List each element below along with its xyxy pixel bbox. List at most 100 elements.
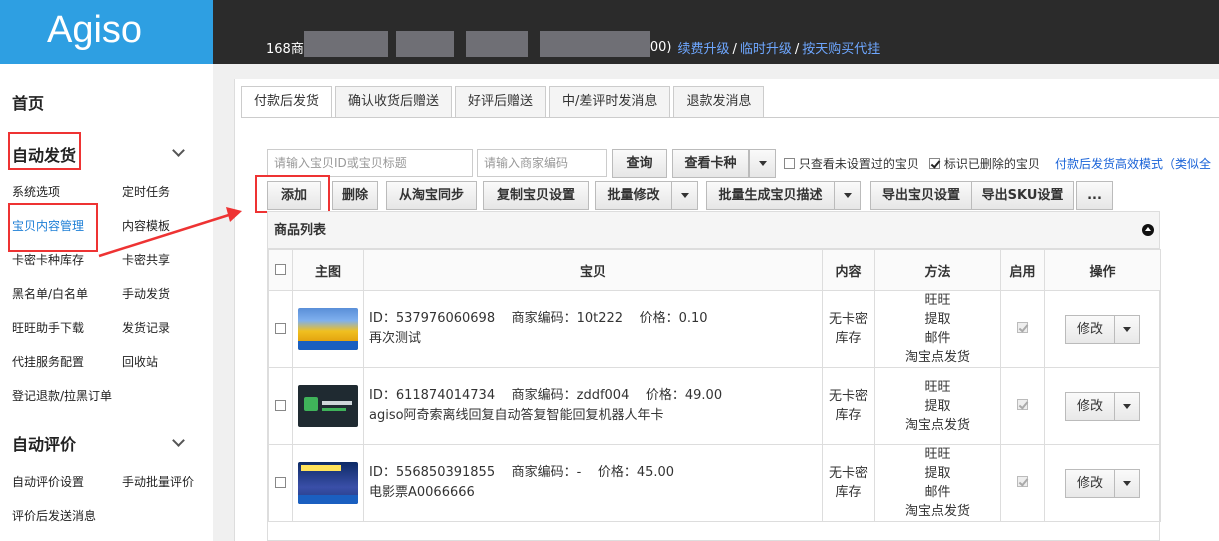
enabled-checkbox[interactable] [1017, 321, 1028, 333]
edit-button-group: 修改 [1065, 391, 1140, 421]
sidebar-item-card-share[interactable]: 卡密共享 [122, 251, 170, 268]
sync-taobao-button[interactable]: 从淘宝同步 [386, 181, 477, 210]
temp-upgrade-link[interactable]: 临时升级 [740, 42, 792, 57]
renew-link[interactable]: 续费升级 [677, 42, 729, 57]
content-cell: 无卡密 库存 [822, 290, 875, 368]
tab-after-payment[interactable]: 付款后发货 [241, 86, 333, 117]
column-header: 内容 [822, 249, 875, 291]
sidebar-item-home[interactable]: 首页 [12, 90, 44, 114]
tab-bad-review-message[interactable]: 中/差评时发消息 [549, 86, 671, 117]
thumb-title [301, 465, 341, 471]
sidebar-item-helper-download[interactable]: 旺旺助手下载 [12, 319, 84, 336]
export-sku-button[interactable]: 导出SKU设置 [971, 181, 1074, 210]
cinema-image[interactable] [298, 462, 358, 504]
edit-dropdown[interactable] [1115, 393, 1139, 420]
sidebar-section-auto-review[interactable]: 自动评价 [12, 431, 76, 455]
sidebar-item-manual-delivery[interactable]: 手动发货 [122, 285, 170, 302]
highlight-box [255, 175, 330, 213]
link-separator: / [732, 41, 737, 57]
item-search-input[interactable] [267, 149, 473, 177]
sidebar-item-proxy-config[interactable]: 代挂服务配置 [12, 353, 84, 370]
content-cell: 无卡密 库存 [822, 367, 875, 445]
column-header: 主图 [292, 249, 364, 291]
content-text: 无卡密 [828, 312, 868, 327]
select-all-checkbox[interactable] [275, 263, 286, 275]
mark-deleted-checkbox[interactable] [929, 158, 940, 169]
view-card-button[interactable]: 查看卡种 [672, 149, 749, 178]
sidebar-item-refund-block[interactable]: 登记退款/拉黑订单 [12, 387, 112, 404]
edit-button[interactable]: 修改 [1066, 469, 1115, 497]
column-header: 启用 [1000, 249, 1045, 291]
item-id-line: ID：611874014734 商家编码：zddf004 价格：49.00 [369, 388, 723, 403]
action-cell: 修改 [1044, 444, 1161, 522]
enabled-cell [1000, 290, 1045, 368]
filter-mark-deleted[interactable]: 标识已删除的宝贝 [929, 155, 1040, 172]
chevron-down-icon[interactable] [172, 144, 185, 157]
view-card-dropdown[interactable] [749, 149, 776, 178]
sidebar-item-post-review-message[interactable]: 评价后发送消息 [12, 507, 96, 524]
thumb-banner [298, 495, 358, 504]
method-text: 淘宝点发货 [904, 350, 970, 365]
daily-purchase-link[interactable]: 按天购买代挂 [802, 42, 880, 57]
method-text: 淘宝点发货 [904, 417, 970, 433]
row-checkbox[interactable] [275, 399, 286, 411]
sidebar-item-card-stock[interactable]: 卡密卡种库存 [12, 251, 84, 268]
item-id-line: ID：556850391855 商家编码：- 价格：45.00 [369, 465, 675, 480]
tab-bar: 付款后发货 确认收货后赠送 好评后赠送 中/差评时发消息 退款发消息 [241, 86, 767, 117]
copy-settings-button[interactable]: 复制宝贝设置 [483, 181, 589, 210]
tab-after-good-review[interactable]: 好评后赠送 [455, 86, 547, 117]
row-checkbox[interactable] [275, 322, 286, 334]
table-row: ID：537976060698 商家编码：10t222 价格：0.10 再次测试… [268, 290, 1161, 368]
efficient-mode-link[interactable]: 付款后发货高效模式（类似全 [1055, 155, 1211, 172]
sidebar-item-recycle-bin[interactable]: 回收站 [122, 353, 158, 370]
batch-edit-button[interactable]: 批量修改 [595, 181, 672, 210]
edit-button[interactable]: 修改 [1066, 315, 1115, 343]
sidebar-item-manual-batch-review[interactable]: 手动批量评价 [122, 473, 194, 490]
action-cell: 修改 [1044, 290, 1161, 368]
method-text: 淘宝点发货 [904, 504, 970, 519]
edit-button-group: 修改 [1065, 314, 1140, 344]
filter-only-unset[interactable]: 只查看未设置过的宝贝 [784, 155, 919, 172]
brand-logo[interactable]: Agiso [0, 0, 213, 64]
content-cell: 无卡密 库存 [822, 444, 875, 522]
edit-dropdown[interactable] [1115, 470, 1139, 497]
enabled-checkbox[interactable] [1017, 398, 1028, 410]
action-cell: 修改 [1044, 367, 1161, 445]
tab-refund-message[interactable]: 退款发消息 [673, 86, 765, 117]
edit-button[interactable]: 修改 [1066, 392, 1115, 420]
delete-button[interactable]: 删除 [332, 181, 378, 210]
chevron-down-icon[interactable] [172, 434, 185, 447]
batch-description-dropdown[interactable] [834, 181, 861, 210]
only-unset-checkbox[interactable] [784, 158, 795, 169]
thumbnail-cell [292, 367, 364, 445]
batch-edit-dropdown[interactable] [671, 181, 698, 210]
flowers-image[interactable] [298, 308, 358, 350]
methods-cell: 旺旺 提取 邮件 淘宝点发货 [874, 444, 1001, 522]
row-checkbox[interactable] [275, 476, 286, 488]
enabled-checkbox[interactable] [1017, 475, 1028, 487]
sidebar-item-system-options[interactable]: 系统选项 [12, 183, 60, 200]
agiso-logo-image[interactable] [298, 385, 358, 427]
method-text: 提取 [924, 398, 951, 414]
query-button[interactable]: 查询 [612, 149, 667, 178]
merchant-code-input[interactable] [477, 149, 607, 177]
only-unset-label: 只查看未设置过的宝贝 [798, 157, 919, 171]
table-header-row: 主图 宝贝 内容 方法 启用 操作 [268, 249, 1161, 291]
sidebar-item-auto-review-settings[interactable]: 自动评价设置 [12, 473, 84, 490]
tab-after-receipt[interactable]: 确认收货后赠送 [335, 86, 453, 117]
caret-down-icon [843, 193, 852, 198]
redacted-block [539, 31, 650, 57]
batch-description-button[interactable]: 批量生成宝贝描述 [706, 181, 835, 210]
highlight-box [8, 203, 98, 252]
sidebar-item-black-white-list[interactable]: 黑名单/白名单 [12, 285, 88, 302]
more-button[interactable]: ... [1076, 181, 1113, 210]
thumb-logo [304, 397, 318, 411]
collapse-icon[interactable] [1142, 224, 1154, 236]
sidebar-item-content-template[interactable]: 内容模板 [122, 217, 170, 234]
edit-dropdown[interactable] [1115, 316, 1139, 343]
item-title: 再次测试 [369, 331, 422, 346]
sidebar-item-delivery-log[interactable]: 发货记录 [122, 319, 170, 336]
sidebar-item-scheduled-tasks[interactable]: 定时任务 [122, 183, 170, 200]
item-info-cell: ID：556850391855 商家编码：- 价格：45.00 电影票A0066… [363, 444, 823, 522]
export-items-button[interactable]: 导出宝贝设置 [870, 181, 972, 210]
